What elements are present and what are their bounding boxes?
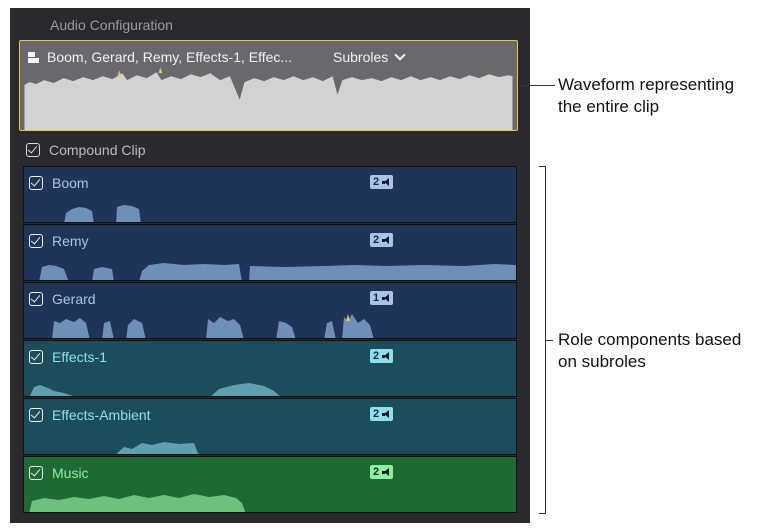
roles-bracket-bottom: [539, 513, 546, 514]
role-lane-boom[interactable]: Boom 2: [23, 166, 517, 223]
clip-header: Boom, Gerard, Remy, Effects-1, Effec...: [28, 49, 292, 65]
lane-label: Boom: [52, 175, 89, 191]
channel-badge: 2: [370, 233, 394, 247]
lane-waveform: [29, 494, 246, 512]
compound-clip-icon: [28, 51, 39, 63]
checkbox-checked-icon[interactable]: [29, 176, 43, 190]
checkbox-checked-icon[interactable]: [29, 234, 43, 248]
clip-name: Boom, Gerard, Remy, Effects-1, Effec...: [47, 49, 293, 65]
roles-bracket-tick: [545, 340, 553, 341]
channel-badge: 1: [370, 291, 394, 305]
waveform-annotation-line1: Waveform representing: [558, 75, 735, 94]
roles-annotation: Role components based on subroles: [558, 329, 741, 373]
lane-label: Music: [52, 465, 89, 481]
checkbox-checked-icon[interactable]: [29, 292, 43, 306]
checkbox-checked-icon[interactable]: [29, 408, 43, 422]
checkbox-checked-icon[interactable]: [29, 466, 43, 480]
lane-waveform: [39, 263, 516, 280]
compound-clip-row[interactable]: Compound Clip: [26, 140, 146, 160]
channel-count: 2: [373, 234, 380, 246]
waveform-leader-line: [519, 85, 555, 86]
speaker-icon: [382, 409, 390, 419]
lane-label: Gerard: [52, 291, 96, 307]
waveform-annotation: Waveform representing the entire clip: [558, 74, 734, 118]
speaker-icon: [382, 293, 390, 303]
lane-label: Effects-1: [52, 349, 107, 365]
checkbox-checked-icon[interactable]: [29, 350, 43, 364]
channel-badge: 2: [370, 175, 394, 189]
lane-label: Remy: [52, 233, 89, 249]
role-lane-effects-ambient[interactable]: Effects-Ambient 2: [23, 398, 517, 455]
roles-annotation-line1: Role components based: [558, 330, 742, 349]
role-lane-gerard[interactable]: Gerard 1: [23, 282, 517, 339]
combined-clip[interactable]: Boom, Gerard, Remy, Effects-1, Effec... …: [19, 40, 518, 131]
lane-waveform: [52, 314, 374, 338]
lane-label: Effects-Ambient: [52, 407, 151, 423]
compound-clip-label: Compound Clip: [49, 142, 146, 158]
role-lane-effects-1[interactable]: Effects-1 2: [23, 340, 517, 397]
role-lane-music[interactable]: Music 2: [23, 456, 517, 513]
speaker-icon: [382, 177, 390, 187]
roles-annotation-line2: on subroles: [558, 352, 646, 371]
role-lane-remy[interactable]: Remy 2: [23, 224, 517, 281]
speaker-icon: [382, 351, 390, 361]
channel-count: 2: [373, 408, 380, 420]
subroles-dropdown[interactable]: Subroles: [333, 49, 406, 65]
channel-count: 2: [373, 466, 380, 478]
waveform-annotation-line2: the entire clip: [558, 97, 660, 116]
channel-badge: 2: [370, 465, 394, 479]
panel-title: Audio Configuration: [50, 17, 173, 33]
checkbox-checked-icon[interactable]: [26, 143, 40, 157]
channel-badge: 2: [370, 349, 394, 363]
channel-badge: 2: [370, 407, 394, 421]
chevron-down-icon: [394, 49, 406, 61]
speaker-icon: [382, 235, 390, 245]
channel-count: 1: [373, 292, 380, 304]
channel-count: 2: [373, 176, 380, 188]
subroles-label: Subroles: [333, 49, 389, 65]
lane-waveform: [64, 205, 141, 222]
channel-count: 2: [373, 350, 380, 362]
speaker-icon: [382, 467, 390, 477]
